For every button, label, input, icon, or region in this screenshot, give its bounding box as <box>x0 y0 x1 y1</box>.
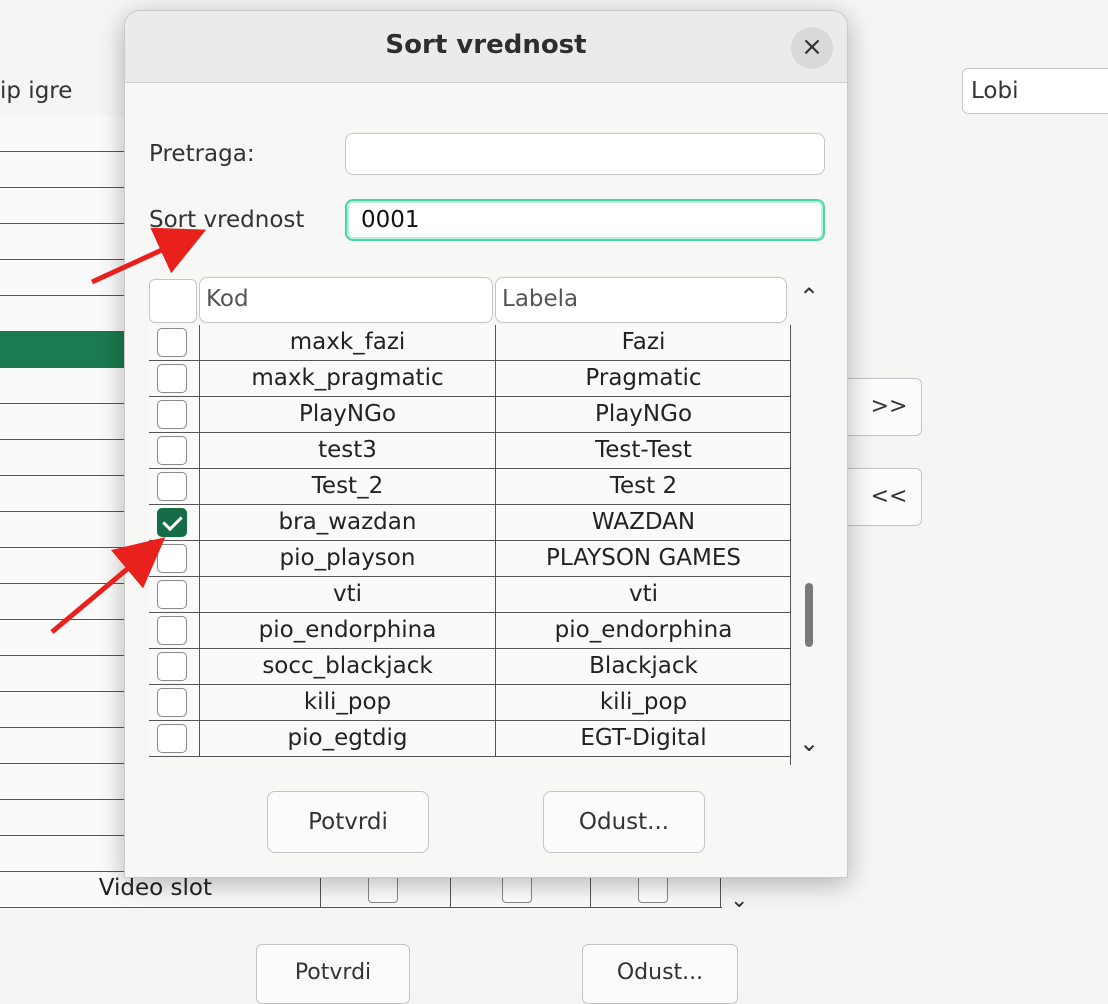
table-row[interactable]: kili_pop kili_pop <box>149 685 790 721</box>
table-row[interactable]: PlayNGo PlayNGo <box>149 397 790 433</box>
row-checkbox[interactable] <box>157 580 187 609</box>
table-row[interactable]: maxk_fazi Fazi <box>149 325 790 361</box>
sort-value-input[interactable]: 0001 <box>345 199 825 241</box>
labela-cell: kili_pop <box>495 685 790 720</box>
kod-cell: pio_playson <box>199 541 495 576</box>
labela-cell: Blackjack <box>495 649 790 684</box>
row-checkbox[interactable] <box>157 724 187 753</box>
row-checkbox[interactable] <box>502 875 532 903</box>
scroll-down-icon[interactable]: ⌄ <box>799 729 819 757</box>
background-confirm-button[interactable]: Potvrdi <box>256 944 410 1004</box>
row-checkbox[interactable] <box>638 875 668 903</box>
sort-value-label: Sort vrednost <box>149 207 305 233</box>
providers-table: maxk_fazi Fazi maxk_pragmatic Pragmatic Play… <box>149 325 791 765</box>
game-type-column-header: ip igre <box>0 78 73 104</box>
kod-cell: vti <box>199 577 495 612</box>
cancel-button[interactable]: Odust... <box>543 791 705 853</box>
table-row[interactable]: pio_playson PLAYSON GAMES <box>149 541 790 577</box>
row-checkbox[interactable] <box>157 544 187 573</box>
table-row[interactable]: socc_blackjack Blackjack <box>149 649 790 685</box>
labela-cell: EGT-Digital <box>495 721 790 756</box>
labela-cell: Test 2 <box>495 469 790 504</box>
kod-cell: maxk_pragmatic <box>199 361 495 396</box>
row-checkbox[interactable] <box>157 688 187 717</box>
labela-cell: Pragmatic <box>495 361 790 396</box>
table-row[interactable]: pio_egtdig EGT-Digital <box>149 721 790 757</box>
labela-cell: pio_endorphina <box>495 613 790 648</box>
kod-cell: bra_wazdan <box>199 505 495 540</box>
row-checkbox[interactable] <box>157 616 187 645</box>
dialog-titlebar: Sort vrednost × <box>125 11 847 83</box>
scrollbar-thumb[interactable] <box>805 583 813 647</box>
search-input[interactable] <box>345 133 825 175</box>
column-header-kod[interactable]: Kod <box>199 277 493 323</box>
column-header-labela[interactable]: Labela <box>495 277 787 323</box>
kod-cell: test3 <box>199 433 495 468</box>
kod-cell: pio_egtdig <box>199 721 495 756</box>
confirm-button[interactable]: Potvrdi <box>267 791 429 853</box>
kod-cell: Test_2 <box>199 469 495 504</box>
labela-cell: Fazi <box>495 325 790 360</box>
row-checkbox[interactable] <box>157 400 187 429</box>
kod-cell: maxk_fazi <box>199 325 495 360</box>
row-checkbox[interactable] <box>157 652 187 681</box>
row-checkbox[interactable] <box>157 328 187 357</box>
scroll-up-icon[interactable]: ⌃ <box>799 283 819 311</box>
labela-cell: PLAYSON GAMES <box>495 541 790 576</box>
kod-cell: PlayNGo <box>199 397 495 432</box>
chevron-down-icon[interactable]: ⌄ <box>730 888 748 913</box>
table-row[interactable]: Test_2 Test 2 <box>149 469 790 505</box>
kod-cell: socc_blackjack <box>199 649 495 684</box>
row-checkbox[interactable] <box>157 472 187 501</box>
select-all-checkbox[interactable] <box>149 279 197 323</box>
row-checkbox-checked[interactable] <box>157 508 187 537</box>
labela-cell: Test-Test <box>495 433 790 468</box>
table-row[interactable]: pio_endorphina pio_endorphina <box>149 613 790 649</box>
close-icon[interactable]: × <box>791 27 833 69</box>
kod-cell: kili_pop <box>199 685 495 720</box>
row-checkbox[interactable] <box>157 436 187 465</box>
table-row[interactable]: maxk_pragmatic Pragmatic <box>149 361 790 397</box>
game-type-cell: Video slot <box>98 875 212 901</box>
background-cancel-button[interactable]: Odust... <box>582 944 738 1004</box>
dialog-title: Sort vrednost <box>385 30 587 60</box>
table-row[interactable]: bra_wazdan WAZDAN <box>149 505 790 541</box>
table-row[interactable]: vti vti <box>149 577 790 613</box>
row-checkbox[interactable] <box>157 364 187 393</box>
labela-cell: WAZDAN <box>495 505 790 540</box>
labela-cell: vti <box>495 577 790 612</box>
lobby-combo[interactable]: Lobi <box>962 68 1108 114</box>
sort-value-dialog: Sort vrednost × Pretraga: Sort vrednost … <box>124 10 848 878</box>
table-row[interactable]: test3 Test-Test <box>149 433 790 469</box>
kod-cell: pio_endorphina <box>199 613 495 648</box>
labela-cell: PlayNGo <box>495 397 790 432</box>
search-label: Pretraga: <box>149 141 255 167</box>
row-checkbox[interactable] <box>368 875 398 903</box>
